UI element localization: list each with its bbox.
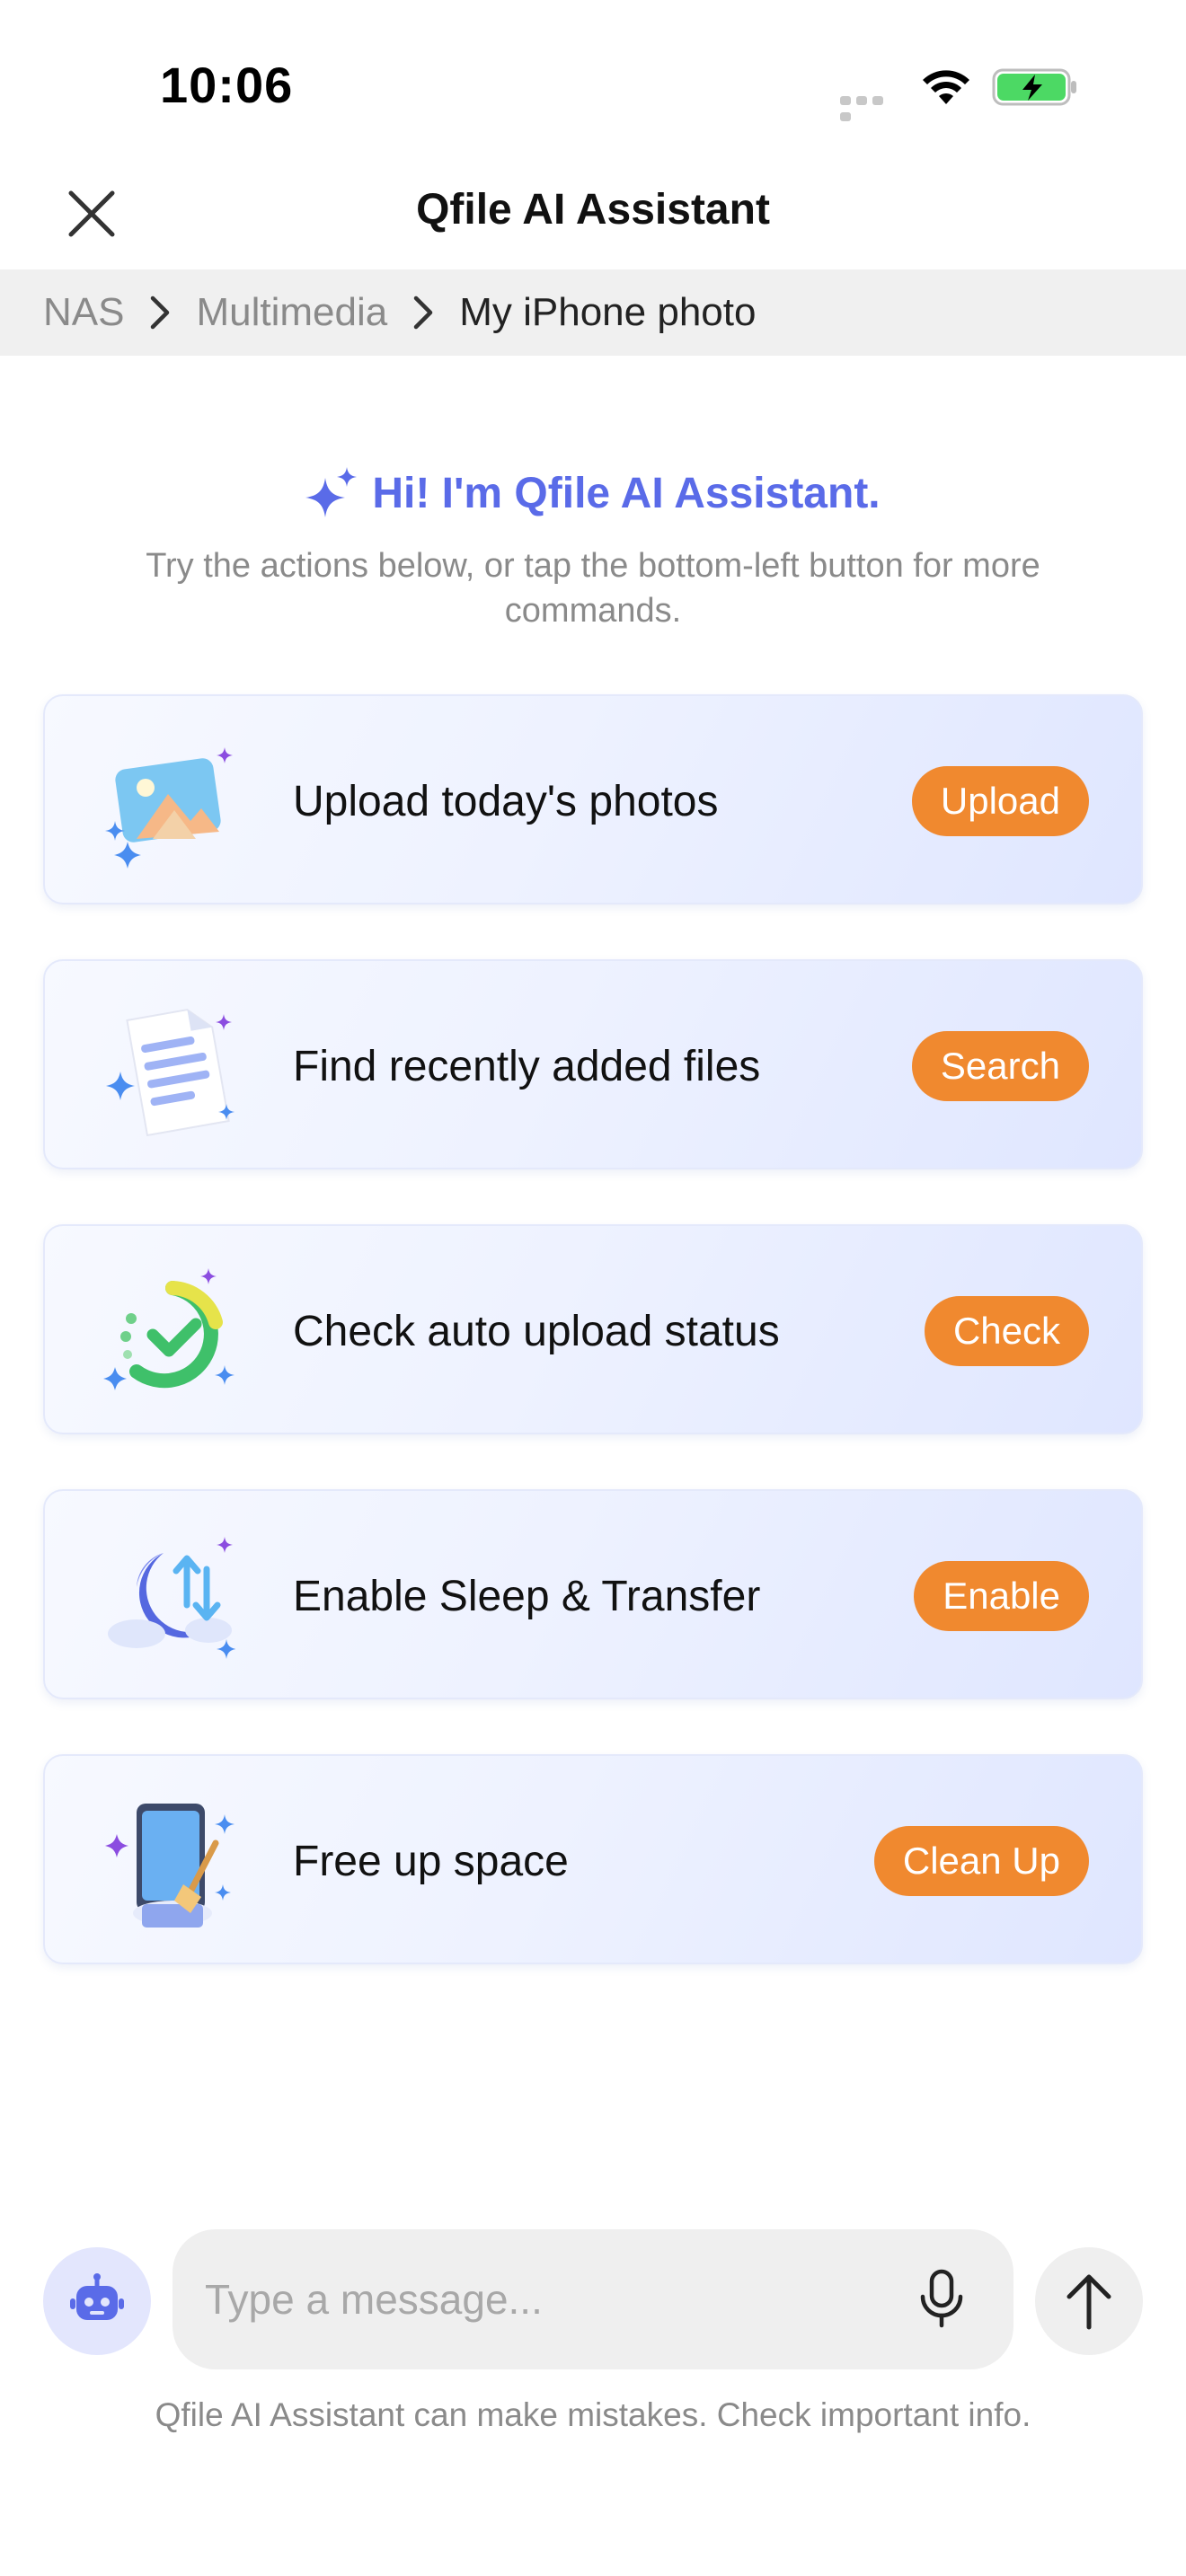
breadcrumb: NAS Multimedia My iPhone photo — [0, 269, 1186, 356]
nav-bar: Qfile AI Assistant — [0, 153, 1186, 269]
action-card-check[interactable]: Check auto upload status Check — [43, 1224, 1143, 1434]
action-card-cleanup[interactable]: Free up space Clean Up — [43, 1754, 1143, 1964]
message-composer — [0, 2229, 1186, 2373]
page-title: Qfile AI Assistant — [416, 186, 770, 234]
action-label: Enable Sleep & Transfer — [293, 1572, 761, 1620]
action-list: Upload today's photos Upload Find recent… — [43, 694, 1143, 2019]
clean-up-button[interactable]: Clean Up — [873, 1826, 1089, 1896]
robot-icon — [70, 2273, 124, 2320]
moon-transfer-icon — [108, 1537, 235, 1659]
upload-button[interactable]: Upload — [911, 766, 1089, 836]
action-label: Find recently added files — [293, 1042, 761, 1090]
action-card-upload[interactable]: Upload today's photos Upload — [43, 694, 1143, 904]
document-icon — [106, 1009, 235, 1137]
greeting-title: Hi! I'm Qfile AI Assistant. — [305, 467, 881, 519]
breadcrumb-item-nas[interactable]: NAS — [43, 290, 124, 335]
photo-upload-icon — [105, 747, 233, 869]
chevron-right-icon — [124, 286, 196, 340]
phone-broom-icon — [105, 1804, 235, 1928]
disclaimer: Qfile AI Assistant can make mistakes. Ch… — [155, 2396, 1031, 2433]
send-button[interactable] — [1035, 2247, 1143, 2355]
search-button[interactable]: Search — [911, 1031, 1089, 1101]
clock: 10:06 — [160, 57, 294, 113]
breadcrumb-item-multimedia[interactable]: Multimedia — [196, 290, 387, 335]
action-label: Free up space — [293, 1837, 569, 1885]
greeting-subtitle: Try the actions below, or tap the bottom… — [146, 547, 1040, 630]
message-input[interactable] — [205, 2229, 870, 2369]
status-bar: 10:06 — [0, 0, 1186, 153]
wifi-icon — [923, 70, 969, 104]
breadcrumb-item-current: My iPhone photo — [459, 290, 757, 334]
arrow-up-icon — [1067, 2274, 1111, 2330]
commands-button[interactable] — [43, 2247, 151, 2355]
cellular-signal-icon — [840, 93, 901, 121]
action-label: Upload today's photos — [293, 777, 719, 825]
check-button[interactable]: Check — [924, 1296, 1089, 1366]
action-card-enable[interactable]: Enable Sleep & Transfer Enable — [43, 1489, 1143, 1699]
greeting-title-text: Hi! I'm Qfile AI Assistant. — [372, 469, 881, 517]
enable-button[interactable]: Enable — [914, 1561, 1089, 1631]
action-label: Check auto upload status — [293, 1307, 780, 1355]
chevron-right-icon — [387, 286, 459, 340]
battery-charging-icon — [992, 68, 1076, 106]
sparkle-icon — [305, 467, 358, 517]
greeting: Hi! I'm Qfile AI Assistant. Try the acti… — [0, 467, 1186, 633]
progress-check-icon — [103, 1268, 235, 1390]
microphone-icon — [920, 2269, 963, 2328]
action-card-search[interactable]: Find recently added files Search — [43, 959, 1143, 1169]
message-box — [173, 2229, 1013, 2369]
voice-input-button[interactable] — [906, 2263, 978, 2335]
